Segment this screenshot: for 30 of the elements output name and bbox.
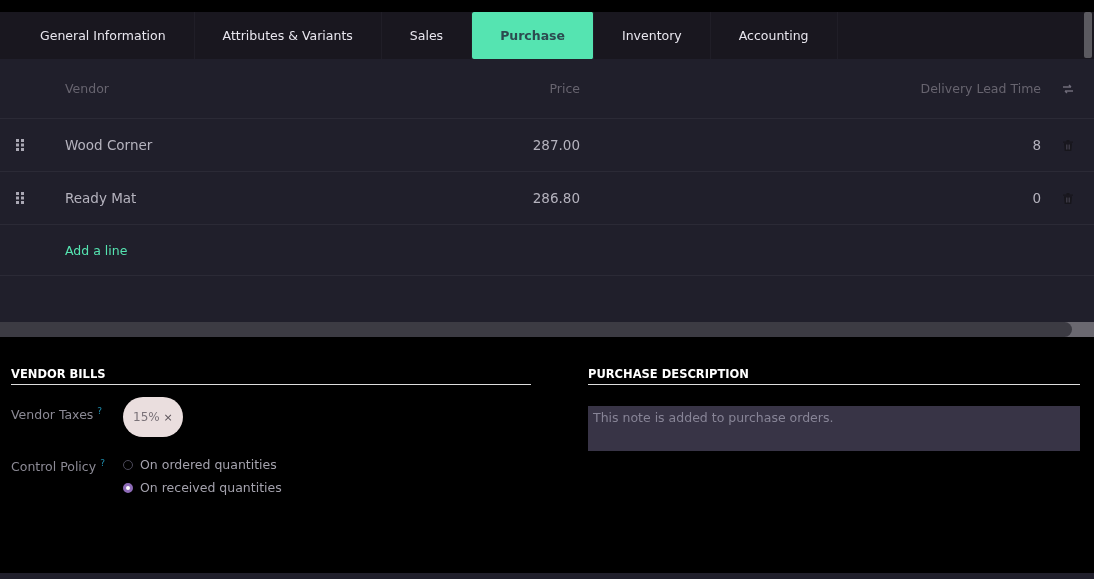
- table-cell-text: 286.80: [531, 190, 580, 206]
- table-cell-text: 287.00: [531, 137, 580, 153]
- description-field[interactable]: This note is added to purchase orders.: [588, 406, 1080, 451]
- column-settings-icon[interactable]: [1062, 83, 1073, 94]
- help-mark[interactable]: ?: [97, 406, 103, 416]
- scrollbar-thumb[interactable]: [1084, 12, 1092, 58]
- table-cell-text: 0: [1031, 190, 1041, 206]
- table-cell-text: 8: [1031, 137, 1041, 153]
- radio-button[interactable]: [123, 482, 133, 493]
- trash-icon[interactable]: [1062, 192, 1073, 204]
- field-label: Vendor Taxes: [11, 407, 94, 423]
- drag-handle-icon[interactable]: [16, 192, 24, 204]
- table-cell-text: Wood Corner: [65, 137, 154, 153]
- remove-tag-button[interactable]: ×: [163, 411, 173, 424]
- column-header: Price: [548, 81, 580, 96]
- scrollbar-thumb[interactable]: [0, 322, 1072, 337]
- column-header: Delivery Lead Time: [919, 81, 1041, 96]
- column-header: Vendor: [65, 81, 110, 96]
- section-title: VENDOR BILLS: [11, 337, 531, 385]
- drag-handle-icon[interactable]: [16, 139, 24, 151]
- field-label: Control Policy: [11, 459, 97, 475]
- tax-tag: 15% ×: [123, 397, 183, 437]
- trash-icon[interactable]: [1062, 139, 1073, 151]
- radio-label[interactable]: On received quantities: [140, 480, 282, 495]
- radio-label[interactable]: On ordered quantities: [140, 457, 277, 472]
- add-line-link[interactable]: Add a line: [65, 242, 128, 258]
- tab[interactable]: Purchase: [472, 12, 594, 59]
- section-title: PURCHASE DESCRIPTION: [588, 337, 1080, 385]
- table-cell-text: Ready Mat: [65, 190, 138, 206]
- help-mark[interactable]: ?: [100, 458, 105, 468]
